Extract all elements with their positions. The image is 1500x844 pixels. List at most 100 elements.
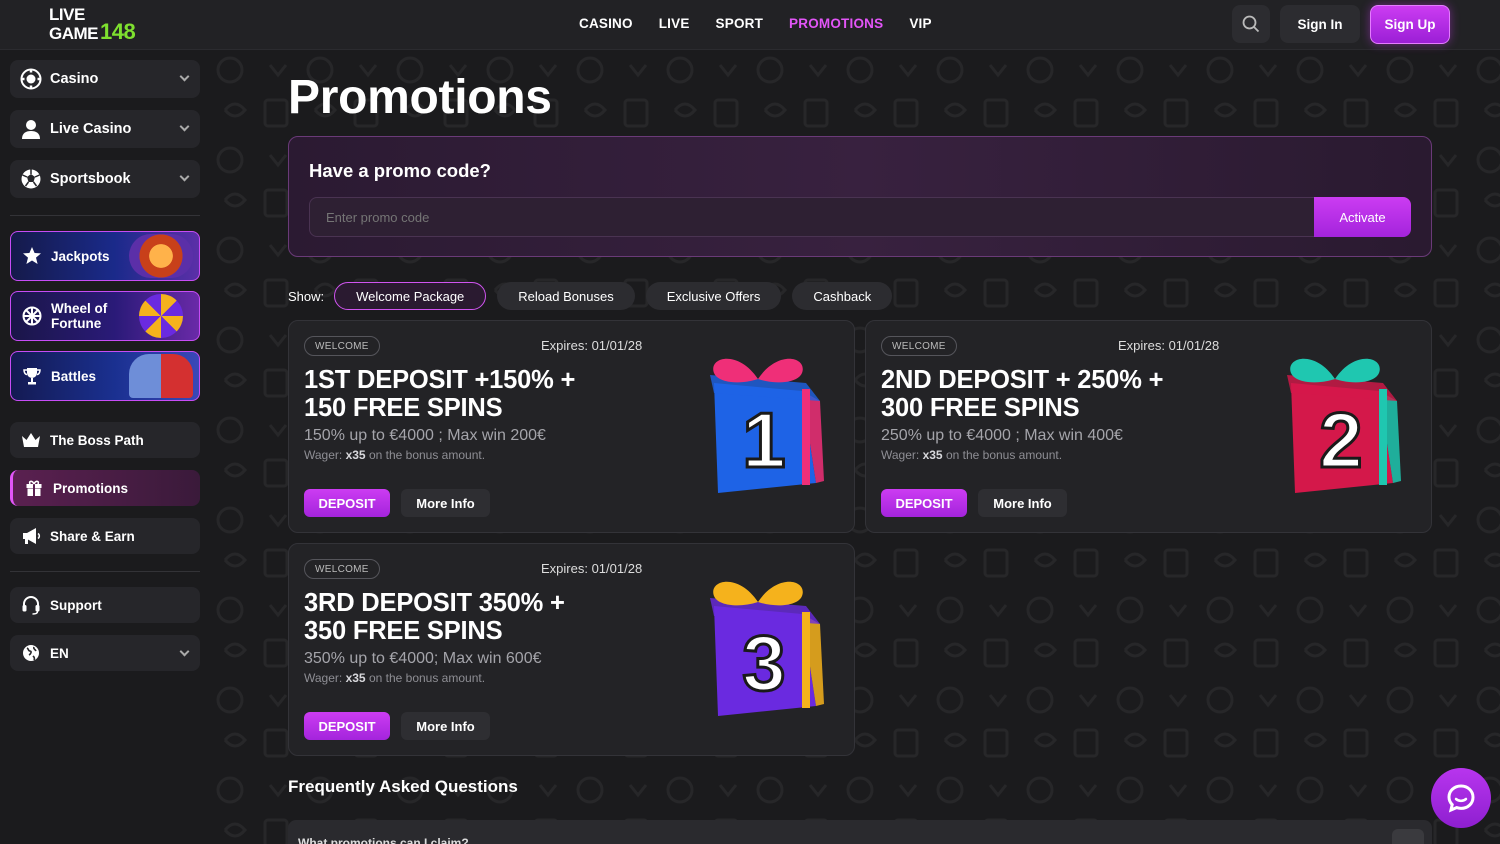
promo-headline: 2ND DEPOSIT + 250% +300 FREE SPINS <box>881 366 1221 422</box>
promo-wager: Wager: x35 on the bonus amount. <box>304 448 485 462</box>
casino-chip-icon <box>20 68 42 90</box>
gift-ribbon <box>802 612 810 708</box>
sidebar-item-wheel-of-fortune[interactable]: Wheel of Fortune <box>10 291 200 341</box>
wager-prefix: Wager: <box>881 448 923 462</box>
filters-label: Show: <box>288 288 325 304</box>
gift-number: 1 <box>742 396 785 484</box>
nav-vip[interactable]: VIP <box>909 16 931 31</box>
sidebar-item-live-casino[interactable]: Live Casino <box>10 110 200 148</box>
sidebar: Casino Live Casino Sportsbook Jackpots W… <box>0 50 210 844</box>
top-bar: LIVE GAME 148 CASINO LIVE SPORT PROMOTION… <box>0 0 1500 50</box>
sign-in-button[interactable]: Sign In <box>1280 5 1360 43</box>
sidebar-item-label: Casino <box>50 71 99 87</box>
wheel-icon <box>21 305 43 327</box>
gift-number: 3 <box>742 619 785 707</box>
promo-code-panel: Have a promo code? Activate <box>288 136 1432 257</box>
promo-headline-line2: 350 FREE SPINS <box>304 617 503 645</box>
sidebar-item-boss-path[interactable]: The Boss Path <box>10 422 200 458</box>
chevron-down-icon <box>179 71 190 82</box>
sidebar-item-label: Live Casino <box>50 121 132 137</box>
deposit-button[interactable]: DEPOSIT <box>304 489 390 517</box>
person-icon <box>20 118 42 140</box>
promo-expiry: Expires: 01/01/28 <box>541 561 643 576</box>
activate-button[interactable]: Activate <box>1314 197 1411 237</box>
megaphone-icon <box>20 525 42 547</box>
sidebar-item-jackpots[interactable]: Jackpots <box>10 231 200 281</box>
promo-wager: Wager: x35 on the bonus amount. <box>881 448 1062 462</box>
promo-headline: 3RD DEPOSIT 350% +350 FREE SPINS <box>304 589 644 645</box>
promo-headline-line1: 2ND DEPOSIT + 250% + <box>881 366 1164 394</box>
wager-value: x35 <box>922 448 943 462</box>
promo-expiry: Expires: 01/01/28 <box>541 338 643 353</box>
deposit-button[interactable]: DEPOSIT <box>881 489 967 517</box>
crown-icon <box>20 429 42 451</box>
promo-headline-line2: 300 FREE SPINS <box>881 394 1080 422</box>
slot-machine-image <box>129 234 193 278</box>
gift-bow <box>713 581 803 606</box>
promo-wager: Wager: x35 on the bonus amount. <box>304 671 485 685</box>
logo-number: 148 <box>100 19 136 44</box>
sidebar-item-label: Fortune <box>51 316 102 331</box>
gift-box-icon: 1 <box>710 358 824 493</box>
wager-prefix: Wager: <box>304 671 346 685</box>
nav-sport[interactable]: SPORT <box>716 16 764 31</box>
wager-value: x35 <box>345 448 366 462</box>
filter-reload-bonuses[interactable]: Reload Bonuses <box>497 282 635 310</box>
sidebar-item-promotions[interactable]: Promotions <box>10 470 200 506</box>
more-info-button[interactable]: More Info <box>401 712 490 740</box>
live-chat-button[interactable] <box>1431 768 1491 828</box>
chevron-down-icon <box>179 646 190 657</box>
chevron-down-icon[interactable] <box>1392 829 1424 844</box>
sidebar-item-share-earn[interactable]: Share & Earn <box>10 518 200 554</box>
wager-suffix: on the bonus amount. <box>365 671 486 685</box>
chat-bubble-icon <box>1447 784 1475 813</box>
soccer-ball-icon <box>20 168 42 190</box>
sidebar-item-casino[interactable]: Casino <box>10 60 200 98</box>
star-icon <box>21 245 43 267</box>
promo-card: WELCOME Expires: 01/01/28 1ST DEPOSIT +1… <box>288 320 855 533</box>
faq-title: Frequently Asked Questions <box>288 777 518 796</box>
faq-item[interactable]: What promotions can I claim? <box>288 820 1432 844</box>
main-nav: CASINO LIVE SPORT PROMOTIONS VIP <box>579 16 958 31</box>
sidebar-item-label: Wheel of <box>51 301 108 316</box>
filter-exclusive-offers[interactable]: Exclusive Offers <box>645 282 782 310</box>
gift-box-icon: 2 <box>1287 358 1401 493</box>
gift-number: 2 <box>1319 396 1362 484</box>
sidebar-item-battles[interactable]: Battles <box>10 351 200 401</box>
sign-up-button[interactable]: Sign Up <box>1370 5 1450 44</box>
filter-cashback[interactable]: Cashback <box>792 282 893 310</box>
nav-live[interactable]: LIVE <box>659 16 690 31</box>
language-selector[interactable]: EN <box>10 635 200 671</box>
gift-bow <box>1290 358 1380 383</box>
sidebar-item-support[interactable]: Support <box>10 587 200 623</box>
sidebar-item-label: Battles <box>51 368 97 384</box>
promo-code-input[interactable] <box>309 197 1315 237</box>
nav-casino[interactable]: CASINO <box>579 16 633 31</box>
logo[interactable]: LIVE GAME 148 <box>49 6 136 44</box>
promo-code-heading: Have a promo code? <box>309 160 491 181</box>
filter-welcome-package[interactable]: Welcome Package <box>334 282 487 310</box>
trophy-icon <box>21 365 43 387</box>
faq-question: What promotions can I claim? <box>298 836 469 844</box>
wager-suffix: on the bonus amount. <box>365 448 486 462</box>
promo-card: WELCOME Expires: 01/01/28 2ND DEPOSIT + … <box>865 320 1432 533</box>
gift-box-icon: 3 <box>710 581 824 716</box>
globe-icon <box>20 642 42 664</box>
chevron-down-icon <box>179 121 190 132</box>
nav-promotions[interactable]: PROMOTIONS <box>789 16 883 31</box>
sidebar-item-sportsbook[interactable]: Sportsbook <box>10 160 200 198</box>
page-title: Promotions <box>288 71 552 124</box>
sidebar-item-label: Share & Earn <box>50 528 135 544</box>
promo-expiry: Expires: 01/01/28 <box>1118 338 1220 353</box>
chevron-down-icon <box>179 171 190 182</box>
sidebar-item-label: Jackpots <box>51 248 110 264</box>
deposit-button[interactable]: DEPOSIT <box>304 712 390 740</box>
more-info-button[interactable]: More Info <box>401 489 490 517</box>
promo-tag: WELCOME <box>304 336 380 356</box>
wheel-image <box>139 294 183 338</box>
promo-headline: 1ST DEPOSIT +150% +150 FREE SPINS <box>304 366 644 422</box>
more-info-button[interactable]: More Info <box>978 489 1067 517</box>
promo-headline-line2: 150 FREE SPINS <box>304 394 503 422</box>
search-button[interactable] <box>1232 5 1270 43</box>
logo-line2: GAME <box>49 24 99 43</box>
